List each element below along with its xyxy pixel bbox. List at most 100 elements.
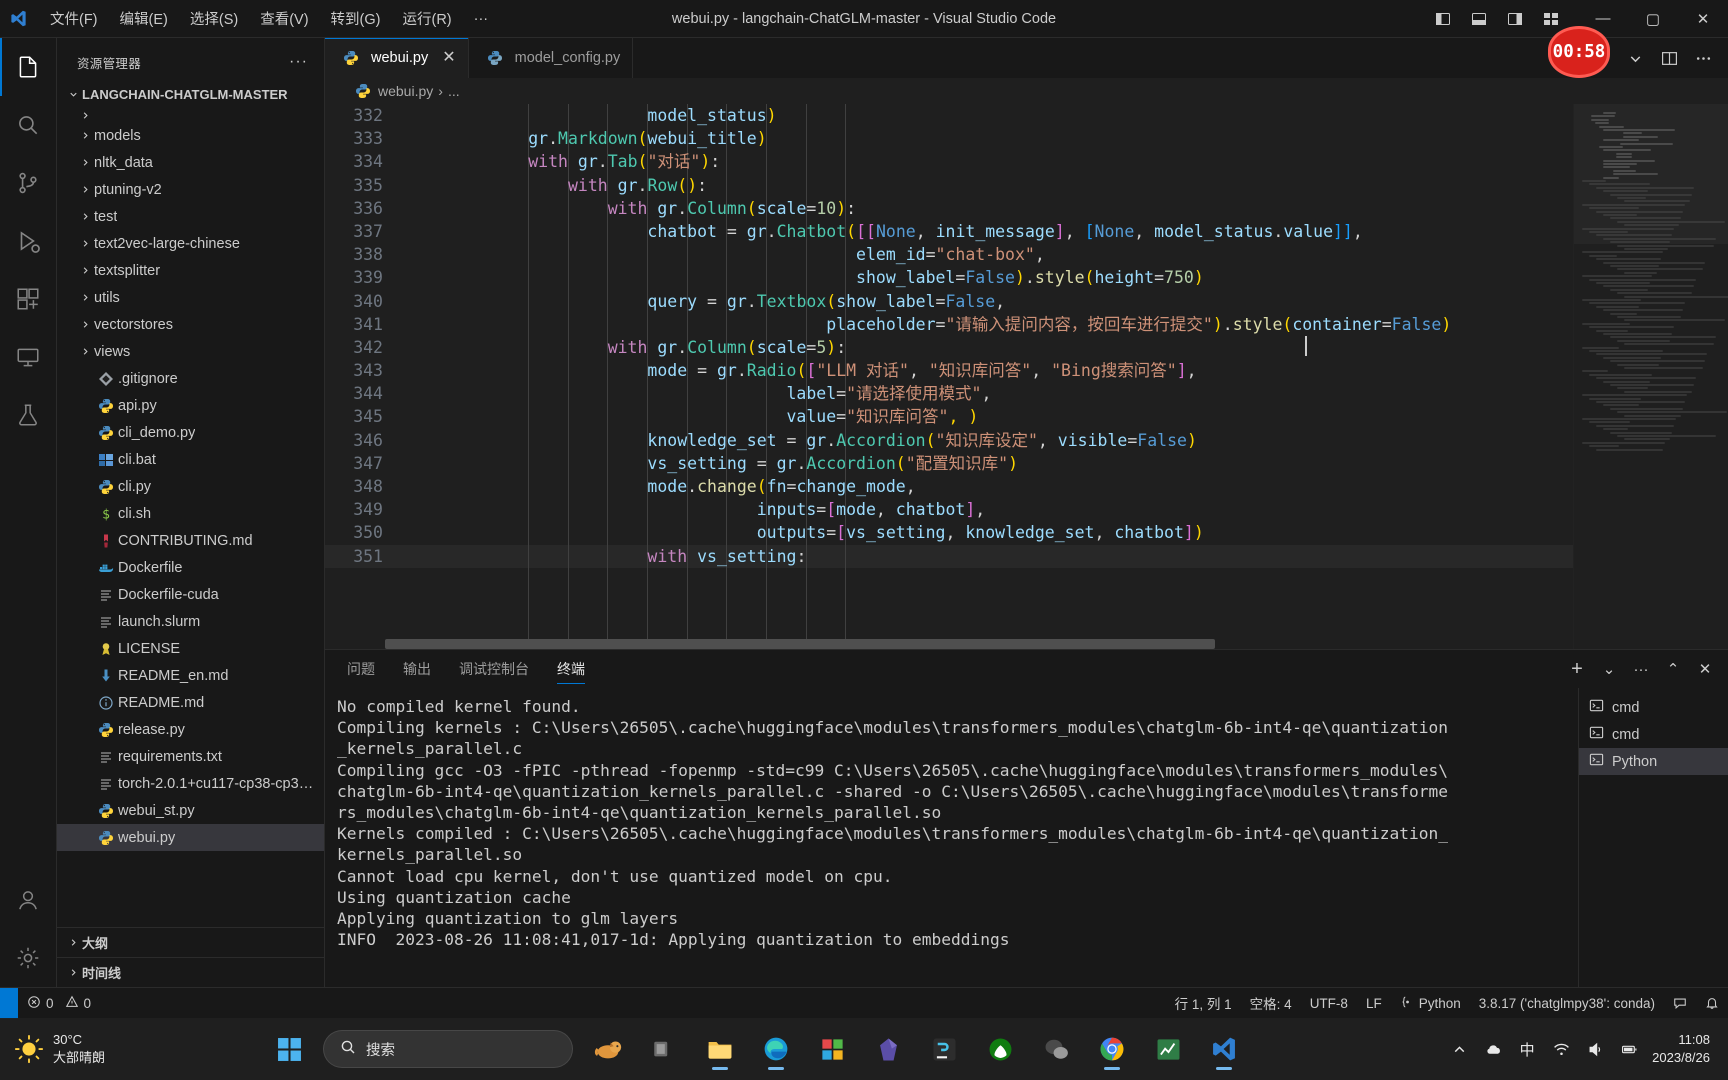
tree-file-row[interactable]: webui_st.py xyxy=(57,797,324,824)
window-close-button[interactable]: ✕ xyxy=(1678,0,1728,38)
tree-file-row[interactable]: release.py xyxy=(57,716,324,743)
tree-file-row[interactable]: requirements.txt xyxy=(57,743,324,770)
app-xbox[interactable] xyxy=(975,1025,1025,1073)
terminal-tabs-list[interactable]: cmd cmd Python xyxy=(1578,688,1728,987)
tree-file-row[interactable]: LICENSE xyxy=(57,635,324,662)
accounts-icon[interactable] xyxy=(0,871,57,929)
gear-icon[interactable] xyxy=(0,929,57,987)
terminal-tab-item[interactable]: Python xyxy=(1579,748,1728,775)
app-pycharm[interactable] xyxy=(919,1025,969,1073)
status-language-mode[interactable]: Python xyxy=(1391,988,1470,1019)
taskbar-weather-widget[interactable]: 30°C 大部晴朗 xyxy=(0,1031,250,1066)
editor-more-icon[interactable] xyxy=(1688,43,1718,73)
status-problems[interactable]: 0 0 xyxy=(18,988,100,1019)
code-line[interactable]: 338 elem_id="chat-box", xyxy=(325,243,1573,266)
tree-folder-row[interactable]: textsplitter xyxy=(57,257,324,284)
tab-debug-console[interactable]: 调试控制台 xyxy=(449,650,539,688)
split-editor-icon[interactable] xyxy=(1654,43,1684,73)
code-line[interactable]: 346 knowledge_set = gr.Accordion("知识库设定"… xyxy=(325,429,1573,452)
status-encoding[interactable]: UTF-8 xyxy=(1301,988,1357,1019)
app-chrome[interactable] xyxy=(1087,1025,1137,1073)
minimap[interactable] xyxy=(1573,104,1728,649)
sidebar-item-remote-explorer[interactable] xyxy=(0,328,57,386)
status-eol[interactable]: LF xyxy=(1357,988,1391,1019)
panel-more-icon[interactable]: ··· xyxy=(1626,654,1656,684)
tree-file-row[interactable]: Dockerfile xyxy=(57,554,324,581)
editor-tab-model-config[interactable]: model_config.py xyxy=(468,38,634,78)
app-wechat[interactable] xyxy=(1031,1025,1081,1073)
tree-file-row[interactable]: webui.py xyxy=(57,824,324,851)
sidebar-item-explorer[interactable] xyxy=(0,38,57,96)
code-line[interactable]: 335 with gr.Row(): xyxy=(325,174,1573,197)
tree-file-row[interactable]: torch-2.0.1+cu117-cp38-cp3… xyxy=(57,770,324,797)
remote-indicator-icon[interactable] xyxy=(0,987,18,1019)
tree-file-row[interactable]: cli_demo.py xyxy=(57,419,324,446)
menu-run[interactable]: 运行(R) xyxy=(392,4,461,33)
code-line[interactable]: 351 with vs_setting: xyxy=(325,544,1573,568)
maximize-panel-icon[interactable]: ⌃ xyxy=(1658,654,1688,684)
sidebar-more-icon[interactable]: ··· xyxy=(281,53,316,71)
tray-ime-icon[interactable]: 中 xyxy=(1512,1030,1542,1068)
tree-file-row[interactable]: CONTRIBUTING.md xyxy=(57,527,324,554)
app-obsidian[interactable] xyxy=(863,1025,913,1073)
sidebar-item-search[interactable] xyxy=(0,96,57,154)
breadcrumb-file[interactable]: webui.py xyxy=(378,83,433,99)
code-line[interactable]: 344 label="请选择使用模式", xyxy=(325,382,1573,405)
code-line[interactable]: 337 chatbot = gr.Chatbot([[None, init_me… xyxy=(325,220,1573,243)
code-line[interactable]: 348 mode.change(fn=change_mode, xyxy=(325,475,1573,498)
sidebar-item-source-control[interactable] xyxy=(0,154,57,212)
workspace-root-row[interactable]: LANGCHAIN-CHATGLM-MASTER xyxy=(57,80,324,108)
tray-expand-icon[interactable] xyxy=(1444,1030,1474,1068)
code-scroll-area[interactable]: 332 model_status) 333 gr.Markdown(webui_t… xyxy=(325,104,1573,649)
status-cursor-position[interactable]: 行 1, 列 1 xyxy=(1166,988,1241,1019)
code-lines[interactable]: 332 model_status) 333 gr.Markdown(webui_t… xyxy=(325,104,1573,568)
editor-horizontal-scrollbar[interactable] xyxy=(385,639,1215,649)
tab-problems[interactable]: 问题 xyxy=(337,650,385,688)
menu-view[interactable]: 查看(V) xyxy=(250,4,318,33)
code-line[interactable]: 349 inputs=[mode, chatbot], xyxy=(325,498,1573,521)
tree-folder-row[interactable]: views xyxy=(57,338,324,365)
code-line[interactable]: 336 with gr.Column(scale=10): xyxy=(325,197,1573,220)
tray-battery-icon[interactable] xyxy=(1614,1030,1644,1068)
code-line[interactable]: 339 show_label=False).style(height=750) xyxy=(325,266,1573,289)
tree-file-row[interactable]: README.md xyxy=(57,689,324,716)
close-icon[interactable]: ✕ xyxy=(442,50,455,66)
feedback-icon[interactable] xyxy=(1664,988,1696,1019)
sidebar-item-extensions[interactable] xyxy=(0,270,57,328)
widgets-dog[interactable] xyxy=(583,1025,633,1073)
app-edge[interactable] xyxy=(751,1025,801,1073)
menu-edit[interactable]: 编辑(E) xyxy=(110,4,178,33)
terminal-tab-item[interactable]: cmd xyxy=(1579,721,1728,748)
code-line[interactable]: 350 outputs=[vs_setting, knowledge_set, … xyxy=(325,521,1573,544)
bell-icon[interactable] xyxy=(1696,988,1728,1019)
toggle-panel-icon[interactable] xyxy=(1462,4,1496,34)
sidebar-item-testing[interactable] xyxy=(0,386,57,444)
tree-file-row[interactable]: README_en.md xyxy=(57,662,324,689)
taskbar-clock[interactable]: 11:08 2023/8/26 xyxy=(1648,1031,1718,1067)
terminal-tab-item[interactable]: cmd xyxy=(1579,694,1728,721)
status-indentation[interactable]: 空格: 4 xyxy=(1241,988,1301,1019)
file-tree[interactable]: models nltk_data ptuning-v2 test text2vec-la… xyxy=(57,108,324,927)
run-dropdown-icon[interactable] xyxy=(1620,43,1650,73)
tree-file-row[interactable]: cli.py xyxy=(57,473,324,500)
tree-file-row[interactable]: $ cli.sh xyxy=(57,500,324,527)
code-line[interactable]: 347 vs_setting = gr.Accordion("配置知识库") xyxy=(325,452,1573,475)
outline-section[interactable]: 大纲 xyxy=(57,927,324,957)
tree-file-row[interactable]: Dockerfile-cuda xyxy=(57,581,324,608)
toggle-secondary-sidebar-icon[interactable] xyxy=(1498,4,1532,34)
tab-terminal[interactable]: 终端 xyxy=(547,650,595,688)
tree-file-row[interactable]: cli.bat xyxy=(57,446,324,473)
tree-file-row[interactable]: api.py xyxy=(57,392,324,419)
split-terminal-dropdown-icon[interactable]: ⌄ xyxy=(1594,654,1624,684)
taskbar-search-box[interactable]: 搜索 xyxy=(323,1030,573,1068)
code-line[interactable]: 334 with gr.Tab("对话"): xyxy=(325,150,1573,173)
terminal-output[interactable]: No compiled kernel found. Compiling kern… xyxy=(325,688,1578,987)
tree-folder-row[interactable]: test xyxy=(57,203,324,230)
app-file-explorer[interactable] xyxy=(695,1025,745,1073)
app-vscode[interactable] xyxy=(1199,1025,1249,1073)
code-line[interactable]: 341 placeholder="请输入提问内容，按回车进行提交").style… xyxy=(325,313,1573,336)
menu-go[interactable]: 转到(G) xyxy=(321,4,391,33)
start-button[interactable] xyxy=(265,1025,313,1073)
code-line[interactable]: 345 value="知识库问答", ) xyxy=(325,405,1573,428)
window-maximize-button[interactable]: ▢ xyxy=(1628,0,1678,38)
